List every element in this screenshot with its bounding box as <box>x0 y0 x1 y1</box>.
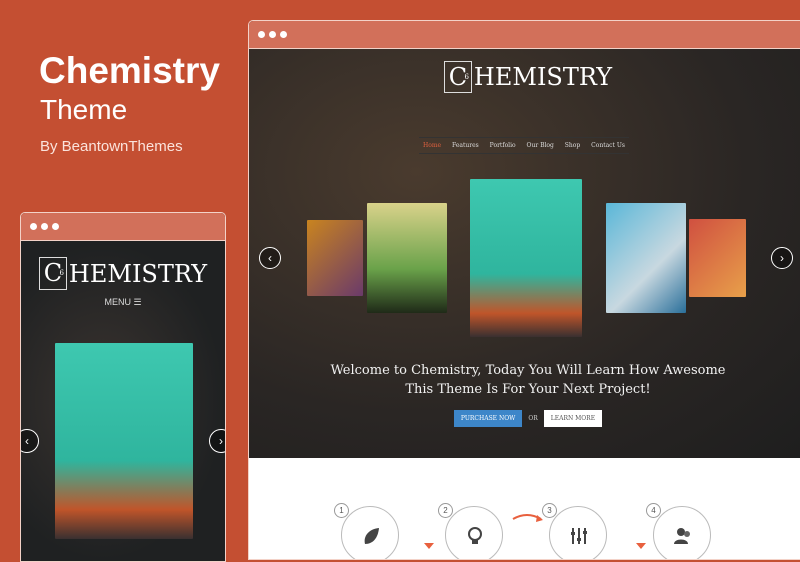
dot-icon <box>41 223 48 230</box>
features-section <box>249 458 800 559</box>
window-bar <box>249 21 800 49</box>
hero-line: This Theme Is For Your Next Project! <box>405 382 651 397</box>
sliders-icon <box>571 528 587 544</box>
slide-image[interactable] <box>689 219 746 297</box>
hero-heading: Welcome to Chemistry, Today You Will Lea… <box>249 361 800 399</box>
slide-image[interactable] <box>367 203 447 313</box>
learn-more-button[interactable]: LEARN MORE <box>543 410 603 427</box>
dot-icon <box>258 31 265 38</box>
step-number: 4 <box>646 503 661 518</box>
hero-section: C 6 HEMISTRY Home Features Portfolio Our B… <box>249 49 800 458</box>
desktop-window: C 6 HEMISTRY Home Features Portfolio Our B… <box>248 20 800 560</box>
step-4: 4 <box>646 503 711 559</box>
main-nav: Home Features Portfolio Our Blog Shop Co… <box>419 137 629 154</box>
slide-image[interactable] <box>307 220 363 296</box>
lightbulb-icon <box>468 527 482 544</box>
mobile-menu-button[interactable]: MENU ☰ <box>21 297 225 308</box>
dot-icon <box>30 223 37 230</box>
logo-sup: 6 <box>464 73 469 81</box>
logo-text: HEMISTRY <box>68 259 208 288</box>
curved-arrow-icon <box>512 514 543 522</box>
dot-icon <box>280 31 287 38</box>
nav-portfolio[interactable]: Portfolio <box>490 142 516 149</box>
slide-image[interactable] <box>55 343 193 539</box>
leaf-icon <box>364 528 379 544</box>
step-number: 1 <box>334 503 349 518</box>
or-label: OR <box>528 415 538 422</box>
prev-slide-button[interactable]: ‹ <box>21 429 39 453</box>
nav-shop[interactable]: Shop <box>565 142 580 149</box>
logo-sup: 6 <box>59 269 64 277</box>
window-bar <box>21 213 225 241</box>
hero-buttons: PURCHASE NOW OR LEARN MORE <box>249 410 800 427</box>
users-icon <box>674 528 690 544</box>
dot-icon <box>269 31 276 38</box>
next-slide-button[interactable]: › <box>771 247 793 269</box>
logo[interactable]: C 6 HEMISTRY <box>249 61 800 93</box>
mobile-hero: C 6 HEMISTRY MENU ☰ ‹ › <box>21 241 225 561</box>
nav-blog[interactable]: Our Blog <box>527 142 554 149</box>
nav-home[interactable]: Home <box>423 142 441 149</box>
hero-line: Welcome to Chemistry, Today You Will Lea… <box>330 363 726 378</box>
promo-subtitle: Theme <box>40 94 128 125</box>
promo-title: Chemistry <box>39 50 220 91</box>
hamburger-icon: ☰ <box>133 297 142 307</box>
next-slide-button[interactable]: › <box>209 429 225 453</box>
logo[interactable]: C 6 HEMISTRY <box>21 257 225 290</box>
nav-contact[interactable]: Contact Us <box>591 142 625 149</box>
prev-slide-button[interactable]: ‹ <box>259 247 281 269</box>
nav-features[interactable]: Features <box>452 142 479 149</box>
step-2: 2 <box>438 503 503 559</box>
promo-byline: By BeantownThemes <box>40 138 183 155</box>
step-number: 2 <box>438 503 453 518</box>
step-1: 1 <box>334 503 399 559</box>
menu-label: MENU <box>104 297 131 307</box>
purchase-now-button[interactable]: PURCHASE NOW <box>453 410 523 427</box>
mobile-window: C 6 HEMISTRY MENU ☰ ‹ › <box>20 212 226 562</box>
logo-text: HEMISTRY <box>473 63 613 91</box>
dot-icon <box>52 223 59 230</box>
slide-image-active[interactable] <box>470 179 582 337</box>
step-3: 3 <box>542 503 607 559</box>
slide-image[interactable] <box>606 203 686 313</box>
